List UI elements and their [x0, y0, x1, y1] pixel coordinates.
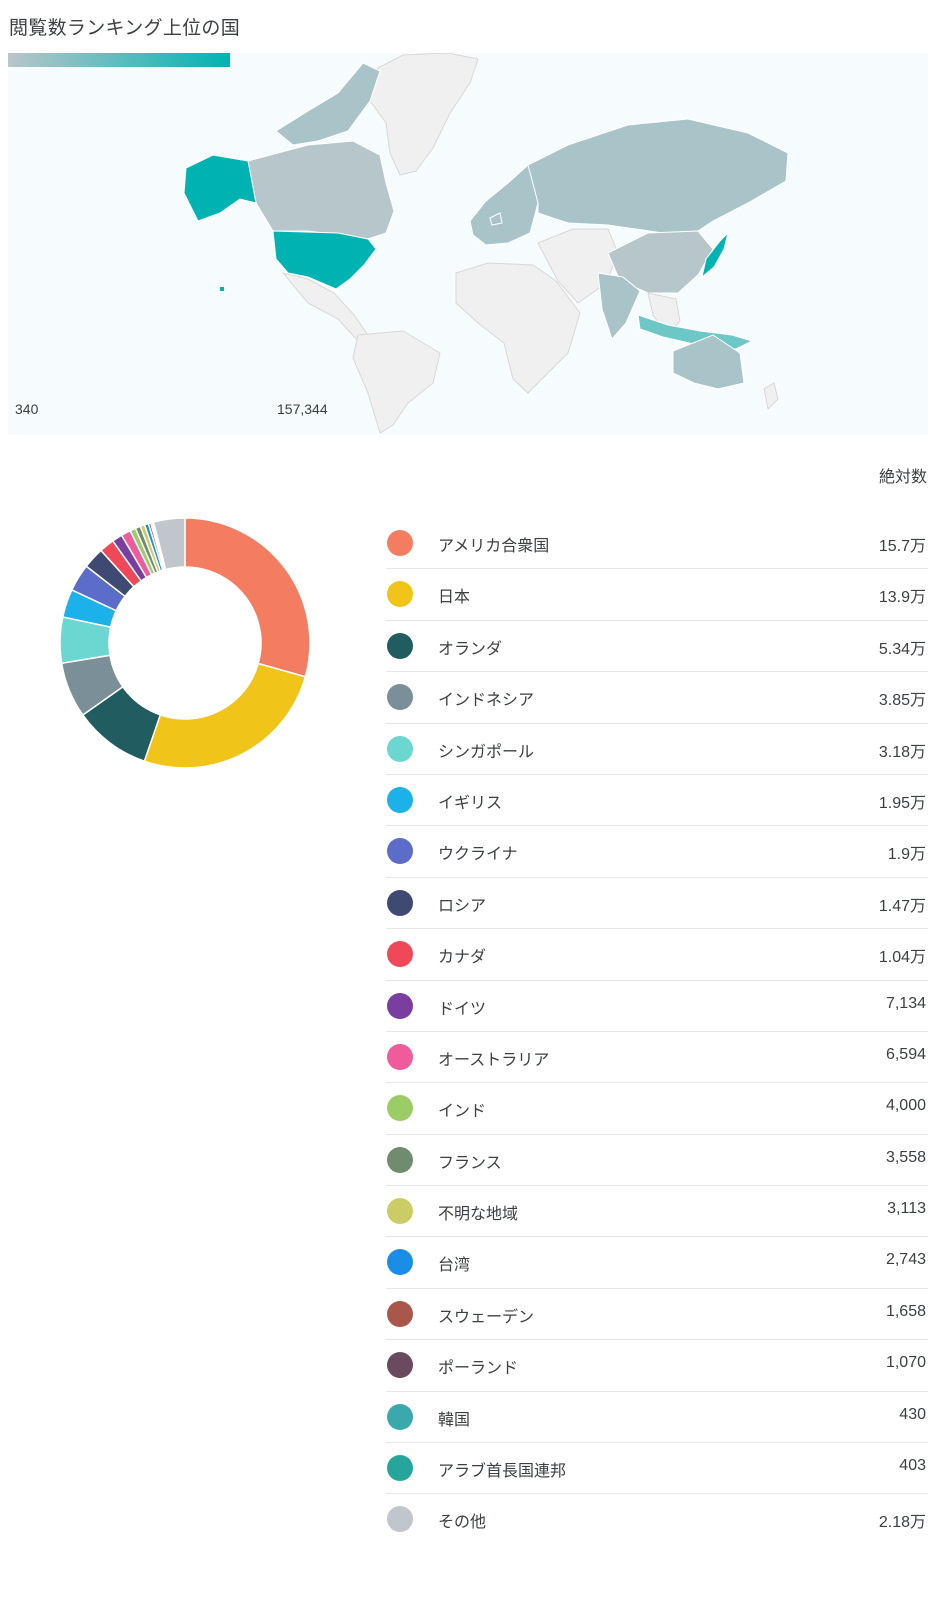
- legend-color-dot: [387, 889, 413, 916]
- scale-min-label: 340: [15, 401, 39, 417]
- world-map[interactable]: 340 157,344: [8, 53, 928, 435]
- legend-country-name: ウクライナ: [438, 844, 518, 864]
- legend-country-name: アラブ首長国連邦: [438, 1461, 567, 1481]
- map-region-russia[interactable]: [527, 118, 789, 234]
- legend-value: 6,594: [885, 1045, 926, 1063]
- legend-value: 2.18万: [878, 1514, 926, 1532]
- legend-row[interactable]: スウェーデン 1,658: [386, 1289, 928, 1341]
- legend-country-name: 不明な地域: [438, 1204, 519, 1224]
- page-title: 閲覧数ランキング上位の国: [9, 17, 241, 39]
- legend-country-name: フランス: [438, 1152, 502, 1172]
- map-region-south-america[interactable]: [352, 330, 441, 434]
- legend-value: 1.47万: [878, 897, 926, 915]
- legend-color-dot: [387, 1300, 413, 1327]
- legend-value: 430: [899, 1405, 926, 1423]
- donut-slice-0[interactable]: [184, 517, 311, 678]
- world-map-svg[interactable]: [8, 53, 928, 435]
- legend-color-dot: [387, 1146, 413, 1173]
- legend-country-name: シンガポール: [438, 741, 535, 761]
- legend-country-name: インド: [438, 1101, 487, 1121]
- map-region-new-zealand[interactable]: [763, 382, 779, 411]
- legend-value: 4,000: [885, 1097, 926, 1115]
- legend-row[interactable]: ドイツ 7,134: [386, 981, 928, 1032]
- legend-value: 1.04万: [878, 949, 926, 967]
- legend-country-name: アメリカ合衆国: [438, 536, 550, 555]
- legend-country-name: ドイツ: [438, 998, 487, 1018]
- legend-color-dot: [387, 735, 413, 762]
- legend-row[interactable]: オーストラリア 6,594: [386, 1032, 928, 1084]
- legend-row[interactable]: アメリカ合衆国 15.7万: [386, 518, 928, 570]
- legend-color-dot: [387, 1043, 413, 1070]
- legend-color-dot: [387, 1506, 413, 1533]
- legend-country-name: イギリス: [438, 792, 503, 812]
- legend-row[interactable]: 日本 13.9万: [386, 569, 928, 621]
- legend-value: 2,743: [885, 1251, 926, 1269]
- donut-chart[interactable]: [56, 514, 316, 774]
- legend-value: 3,113: [887, 1200, 926, 1218]
- legend-color-dot: [387, 1249, 413, 1276]
- legend-value: 1,070: [885, 1354, 926, 1372]
- legend-color-dot: [387, 684, 413, 711]
- map-region-greenland[interactable]: [367, 53, 479, 176]
- legend-row[interactable]: 韓国 430: [386, 1392, 928, 1444]
- absolute-count-header: 絶対数: [878, 467, 927, 486]
- legend-value: 1.9万: [887, 846, 926, 864]
- legend-color-dot: [387, 786, 413, 813]
- legend-color-dot: [387, 1095, 413, 1122]
- legend-color-dot: [387, 1455, 413, 1482]
- legend-country-name: カナダ: [438, 947, 487, 967]
- legend-country-name: ロシア: [438, 895, 487, 915]
- map-region-canada-islands[interactable]: [275, 62, 381, 146]
- legend-country-name: オーストラリア: [438, 1049, 550, 1069]
- legend-row[interactable]: イギリス 1.95万: [386, 775, 928, 827]
- legend-color-dot: [387, 992, 413, 1019]
- country-legend: アメリカ合衆国 15.7万日本 13.9万オランダ 5.34万インドネシア 3.85万シ…: [386, 518, 928, 1546]
- legend-value: 15.7万: [878, 538, 926, 555]
- legend-row[interactable]: カナダ 1.04万: [386, 929, 928, 981]
- color-scale-bar: [8, 53, 230, 67]
- legend-row[interactable]: インドネシア 3.85万: [386, 672, 928, 724]
- map-region-canada[interactable]: [247, 140, 395, 240]
- legend-row[interactable]: シンガポール 3.18万: [386, 724, 928, 775]
- legend-country-name: オランダ: [438, 638, 503, 658]
- legend-country-name: 韓国: [438, 1409, 471, 1429]
- legend-value: 5.34万: [878, 640, 926, 658]
- legend-row[interactable]: オランダ 5.34万: [386, 621, 928, 673]
- legend-value: 3.18万: [878, 743, 926, 761]
- legend-row[interactable]: その他 2.18万: [386, 1494, 928, 1545]
- legend-country-name: 台湾: [438, 1255, 471, 1275]
- legend-country-name: その他: [438, 1512, 487, 1532]
- legend-country-name: スウェーデン: [438, 1306, 535, 1326]
- legend-value: 403: [899, 1457, 926, 1475]
- legend-color-dot: [387, 941, 413, 968]
- legend-row[interactable]: ウクライナ 1.9万: [386, 826, 928, 878]
- legend-row[interactable]: 不明な地域 3,113: [386, 1186, 928, 1238]
- legend-color-dot: [387, 1403, 413, 1430]
- legend-color-dot: [387, 1352, 413, 1379]
- legend-country-name: 日本: [438, 587, 471, 607]
- legend-color-dot: [387, 632, 413, 659]
- map-region-alaska[interactable]: [183, 154, 257, 222]
- map-region-hawaii[interactable]: [220, 287, 224, 291]
- legend-value: 3,558: [885, 1148, 926, 1166]
- legend-row[interactable]: ロシア 1.47万: [386, 878, 928, 930]
- legend-row[interactable]: フランス 3,558: [386, 1135, 928, 1187]
- donut-slice-1[interactable]: [143, 662, 307, 769]
- legend-color-dot: [387, 530, 413, 556]
- scale-max-label: 157,344: [277, 401, 328, 417]
- legend-country-name: ポーランド: [438, 1358, 519, 1378]
- legend-country-name: インドネシア: [438, 690, 535, 710]
- legend-row[interactable]: インド 4,000: [386, 1083, 928, 1135]
- legend-value: 13.9万: [878, 589, 926, 607]
- legend-color-dot: [387, 1198, 413, 1225]
- legend-row[interactable]: ポーランド 1,070: [386, 1340, 928, 1392]
- legend-value: 7,134: [885, 994, 926, 1012]
- legend-row[interactable]: アラブ首長国連邦 403: [386, 1443, 928, 1495]
- legend-color-dot: [387, 838, 413, 865]
- legend-color-dot: [387, 581, 413, 608]
- legend-value: 1.95万: [878, 794, 926, 812]
- legend-value: 3.85万: [878, 692, 926, 710]
- legend-row[interactable]: 台湾 2,743: [386, 1237, 928, 1289]
- legend-value: 1,658: [885, 1302, 926, 1320]
